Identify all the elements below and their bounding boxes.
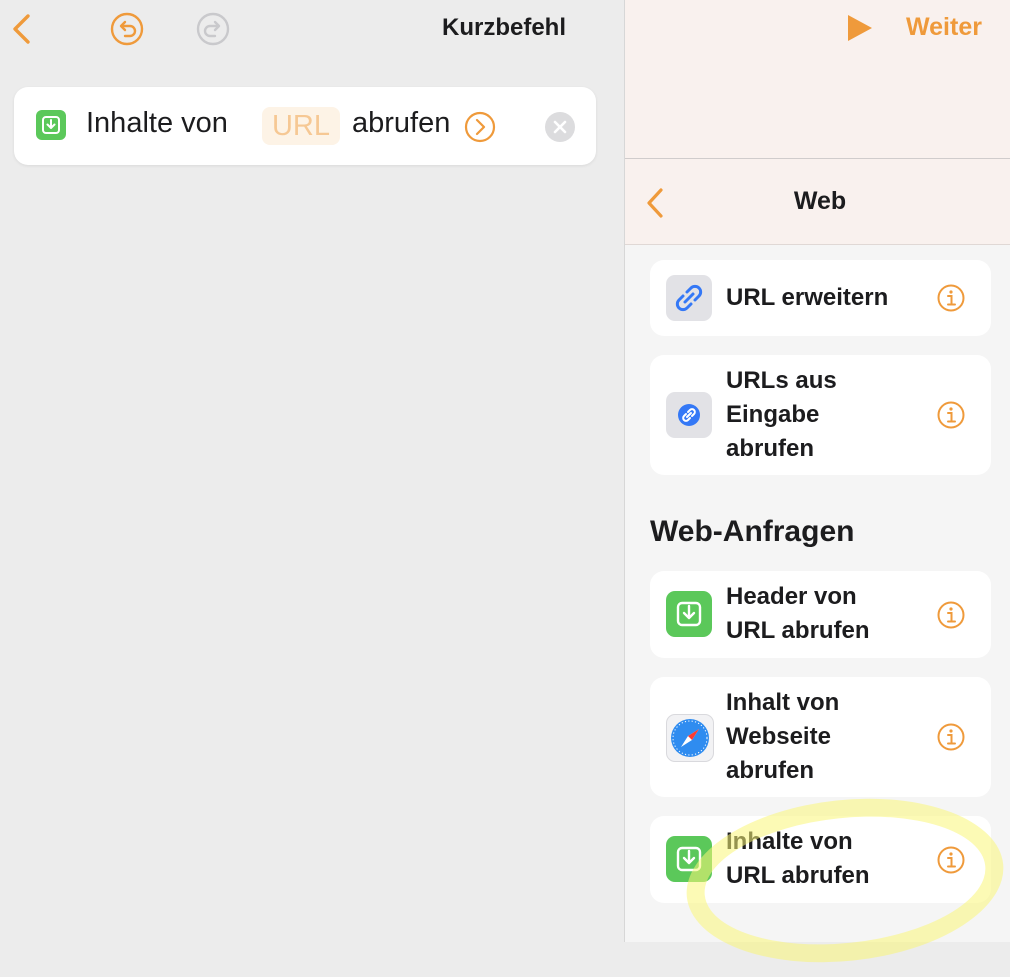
library-nav-bar: Web <box>625 159 1010 245</box>
info-icon[interactable] <box>936 722 966 752</box>
action-item-get-contents-of-url[interactable]: Inhalte von URL abrufen <box>650 816 991 903</box>
action-card[interactable]: Inhalte von URL abrufen <box>14 87 596 165</box>
action-item-label: Inhalt von Webseite abrufen <box>726 689 840 784</box>
download-icon <box>36 110 66 140</box>
link-icon <box>666 275 712 321</box>
shortcut-title[interactable]: Kurzbefehl <box>380 14 566 42</box>
actions-library-pane: Weiter Web URL erweitern URLs aus Eingab… <box>624 0 1010 942</box>
close-icon <box>553 120 567 134</box>
action-item-label: Inhalte von URL abrufen <box>726 828 870 889</box>
back-chevron-icon[interactable] <box>645 187 665 219</box>
action-item-get-urls-from-input[interactable]: URLs aus Eingabe abrufen <box>650 355 991 475</box>
action-item-get-headers-of-url[interactable]: Header von URL abrufen <box>650 571 991 658</box>
remove-action-button[interactable] <box>545 112 575 142</box>
section-header-web-requests: Web-Anfragen <box>650 515 855 548</box>
safari-compass-icon <box>666 714 714 762</box>
next-button[interactable]: Weiter <box>906 13 982 42</box>
redo-icon[interactable] <box>196 12 230 46</box>
run-bar: Weiter <box>625 0 1010 159</box>
action-item-get-webpage-contents[interactable]: Inhalt von Webseite abrufen <box>650 677 991 797</box>
action-item-label: Header von URL abrufen <box>726 583 870 644</box>
action-label-prefix: Inhalte von <box>86 107 228 139</box>
info-icon[interactable] <box>936 283 966 313</box>
action-label-suffix: abrufen <box>352 107 451 139</box>
info-icon[interactable] <box>936 400 966 430</box>
link-circle-icon <box>666 392 712 438</box>
url-parameter-token[interactable]: URL <box>262 107 340 145</box>
play-icon[interactable] <box>845 12 875 44</box>
download-icon <box>666 591 712 637</box>
undo-icon[interactable] <box>110 12 144 46</box>
library-nav-title: Web <box>793 187 847 215</box>
back-chevron-icon[interactable] <box>8 12 34 46</box>
info-icon[interactable] <box>936 845 966 875</box>
expand-chevron-icon[interactable] <box>464 111 496 143</box>
editor-pane: Kurzbefehl Inhalte von URL abrufen <box>0 0 624 942</box>
info-icon[interactable] <box>936 600 966 630</box>
action-item-expand-url[interactable]: URL erweitern <box>650 260 991 336</box>
action-item-label: URL erweitern <box>726 284 889 311</box>
download-icon <box>666 836 712 882</box>
action-item-label: URLs aus Eingabe abrufen <box>726 367 837 462</box>
